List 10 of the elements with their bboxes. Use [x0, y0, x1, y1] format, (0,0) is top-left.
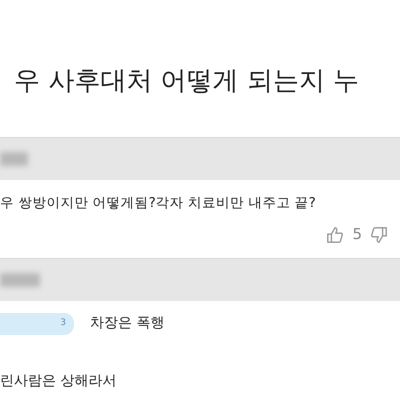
comment-text: 린사람은 상해라서 [0, 372, 118, 391]
blurred-username [0, 152, 28, 166]
post-title: 우 사후대처 어떻게 되는지 누 [13, 65, 360, 98]
blurred-username [0, 272, 40, 287]
comment-text: 차장은 폭행 [90, 314, 164, 334]
thumbs-down-icon[interactable] [370, 226, 388, 244]
like-count: 5 [352, 224, 362, 246]
reply-badge: 3 [0, 312, 74, 335]
comment-text: 우 쌍방이지만 어떻게됨?각자 치료비만 내주고 끝? [0, 194, 317, 213]
thumbs-up-icon[interactable] [326, 226, 344, 244]
